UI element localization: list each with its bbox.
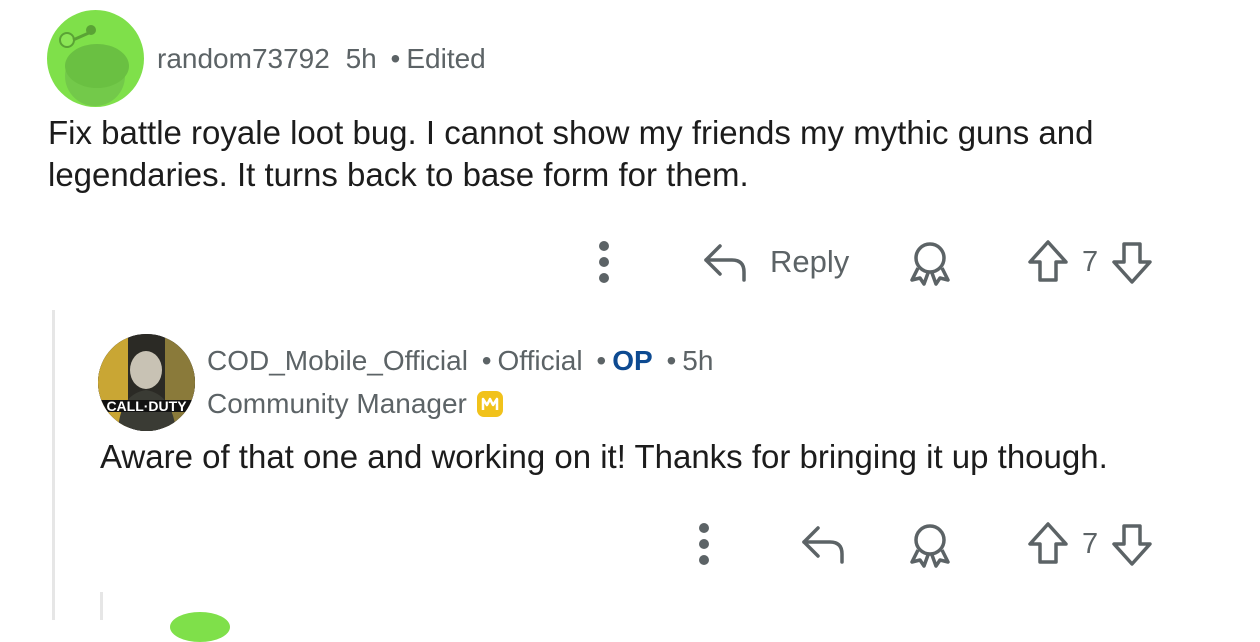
avatar[interactable]: CALL·DUTY	[98, 334, 195, 431]
vote-count: 7	[1082, 527, 1099, 560]
reply-meta: COD_Mobile_Official • Official • OP • 5h	[207, 345, 713, 377]
upvote-icon[interactable]	[1026, 238, 1070, 286]
downvote-icon[interactable]	[1110, 238, 1154, 286]
avatar[interactable]	[47, 10, 144, 107]
reply-arrow-icon	[802, 526, 844, 564]
vote-controls: 7	[1026, 238, 1154, 286]
flair-label: Community Manager	[207, 388, 467, 419]
thread-line-nested[interactable]	[100, 592, 103, 620]
timestamp: 5h	[345, 43, 377, 74]
reply-button[interactable]: Reply	[702, 240, 849, 284]
comment-meta: random73792 5h • Edited	[157, 43, 486, 75]
thread-line[interactable]	[52, 310, 55, 620]
avatar-logo-text: CALL·DUTY	[106, 398, 187, 414]
codm-badge-icon	[476, 391, 503, 417]
user-flair: Community Manager	[207, 388, 503, 420]
vote-count: 7	[1082, 245, 1099, 278]
separator-dot: •	[390, 43, 401, 74]
downvote-icon[interactable]	[1110, 520, 1154, 568]
avatar[interactable]	[170, 612, 230, 642]
more-vertical-icon	[699, 523, 709, 565]
timestamp: 5h	[682, 345, 714, 376]
codm-badge-glyph	[481, 397, 499, 410]
username[interactable]: COD_Mobile_Official	[207, 345, 468, 376]
username[interactable]: random73792	[157, 43, 330, 74]
separator-dot: •	[481, 345, 492, 376]
edited-label: Edited	[406, 43, 486, 74]
award-icon	[910, 242, 950, 286]
more-options-button[interactable]	[690, 522, 718, 568]
comment-body: Fix battle royale loot bug. I cannot sho…	[48, 114, 1094, 193]
more-vertical-icon	[599, 241, 609, 283]
award-button[interactable]	[906, 240, 954, 286]
award-button[interactable]	[906, 522, 954, 568]
separator-dot: •	[596, 345, 607, 376]
vote-controls: 7	[1026, 520, 1154, 568]
reply-arrow-icon	[704, 244, 746, 282]
upvote-icon[interactable]	[1026, 520, 1070, 568]
reply-button[interactable]	[800, 522, 848, 566]
snoo-avatar-icon	[59, 25, 129, 106]
separator-dot: •	[666, 345, 677, 376]
op-badge: OP	[612, 345, 653, 376]
call-of-duty-avatar-icon	[98, 334, 195, 431]
official-label: Official	[497, 345, 583, 376]
more-options-button[interactable]	[590, 240, 618, 286]
award-icon	[910, 524, 950, 568]
reply-label: Reply	[770, 244, 850, 279]
reply-body: Aware of that one and working on it! Tha…	[100, 438, 1108, 475]
